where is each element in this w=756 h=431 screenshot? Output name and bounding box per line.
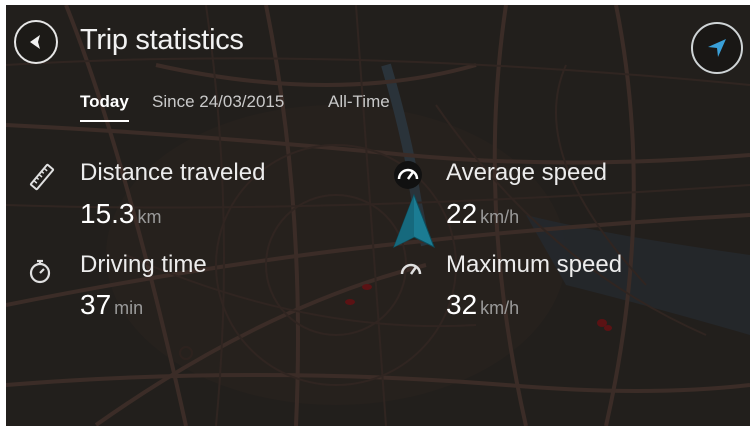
- trip-statistics-screen: Trip statistics Today Since 24/03/2015 A…: [6, 5, 750, 426]
- navigation-arrow-icon: [708, 39, 726, 57]
- average-speed-value: 22 km/h: [446, 198, 519, 230]
- distance-label: Distance traveled: [80, 159, 266, 186]
- page-title: Trip statistics: [80, 24, 244, 56]
- driving-time-number: 37: [80, 289, 112, 320]
- driving-time-label: Driving time: [80, 251, 207, 278]
- speedometer-icon: [400, 263, 422, 275]
- driving-time-unit: min: [114, 298, 144, 318]
- distance-unit: km: [137, 207, 162, 227]
- tab-since-date[interactable]: Since 24/03/2015: [152, 92, 284, 120]
- distance-value: 15.3 km: [80, 198, 162, 230]
- average-speed-unit: km/h: [480, 207, 520, 227]
- maximum-speed-unit: km/h: [480, 298, 520, 318]
- speedometer-icon: [394, 161, 422, 189]
- tab-all-time[interactable]: All-Time: [328, 92, 390, 120]
- average-speed-number: 22: [446, 198, 478, 229]
- current-location-button[interactable]: [691, 22, 743, 74]
- maximum-speed-number: 32: [446, 289, 478, 320]
- back-button[interactable]: [14, 20, 58, 64]
- tab-today[interactable]: Today: [80, 92, 129, 122]
- maximum-speed-value: 32 km/h: [446, 289, 519, 321]
- back-arrow-icon: [30, 35, 40, 49]
- ruler-icon: [29, 163, 55, 191]
- driving-time-value: 37 min: [80, 289, 143, 321]
- maximum-speed-label: Maximum speed: [446, 251, 623, 278]
- stopwatch-icon: [29, 259, 51, 284]
- distance-number: 15.3: [80, 198, 135, 229]
- average-speed-label: Average speed: [446, 159, 608, 186]
